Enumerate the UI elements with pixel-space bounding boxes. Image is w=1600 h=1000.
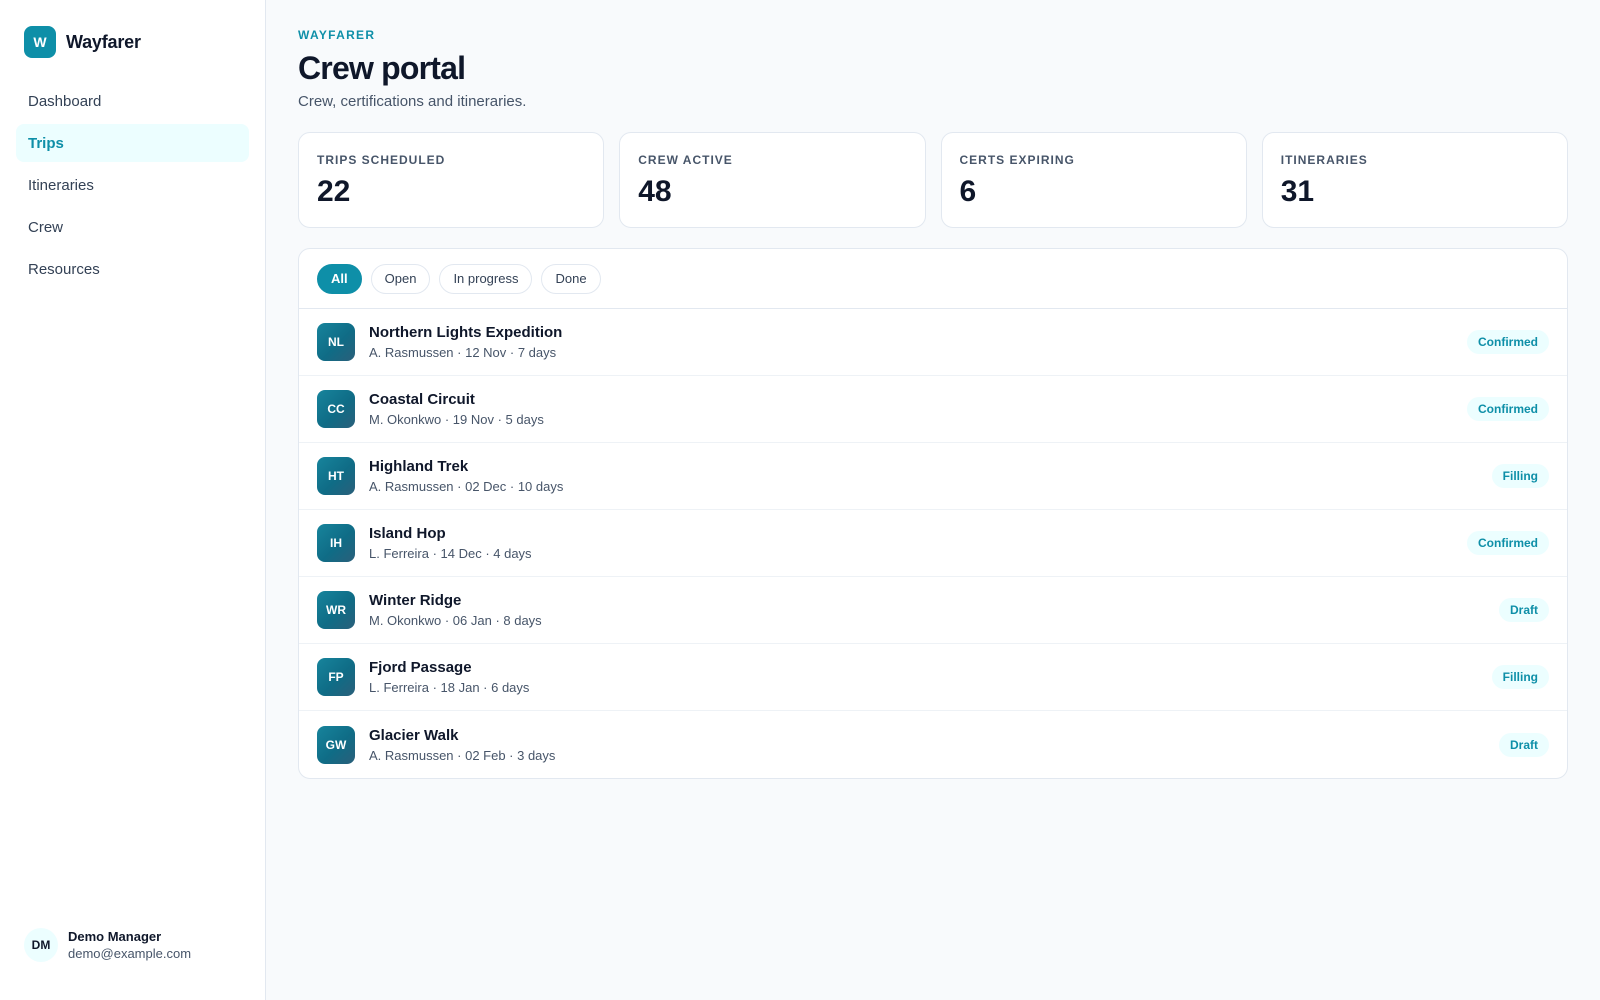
trip-avatar: FP <box>317 658 355 696</box>
status-badge: Draft <box>1498 598 1549 622</box>
brand-name: Wayfarer <box>66 31 141 52</box>
page-title: Crew portal <box>298 50 466 86</box>
trip-info: Glacier Walk A. Rasmussen · 02 Feb · 3 d… <box>369 727 1499 763</box>
status-badge: Filling <box>1491 464 1549 488</box>
list-item[interactable]: CC Coastal Circuit M. Okonkwo · 19 Nov ·… <box>299 376 1567 443</box>
trip-title: Glacier Walk <box>369 726 459 744</box>
trip-info: Coastal Circuit M. Okonkwo · 19 Nov · 5 … <box>369 391 1467 427</box>
trip-avatar: CC <box>317 390 355 428</box>
sidebar-item-itineraries[interactable]: Itineraries <box>16 166 249 204</box>
trip-avatar: NL <box>317 323 355 361</box>
trip-info: Winter Ridge M. Okonkwo · 06 Jan · 8 day… <box>369 592 1499 628</box>
trip-meta: M. Okonkwo · 06 Jan · 8 days <box>369 613 542 628</box>
stats-row: TRIPS SCHEDULED 22 CREW ACTIVE 48 CERTS … <box>298 132 1568 228</box>
stat-card-certs-expiring: CERTS EXPIRING 6 <box>940 132 1247 228</box>
trip-info: Fjord Passage L. Ferreira · 18 Jan · 6 d… <box>369 659 1492 695</box>
status-badge: Draft <box>1498 732 1549 757</box>
stat-value: 48 <box>638 175 672 208</box>
user-profile[interactable]: DM Demo Manager demo@example.com <box>24 928 191 962</box>
trip-meta: L. Ferreira · 14 Dec · 4 days <box>369 546 532 561</box>
trip-meta: M. Okonkwo · 19 Nov · 5 days <box>369 412 544 427</box>
filter-chip-done[interactable]: Done <box>541 263 601 294</box>
list-item[interactable]: NL Northern Lights Expedition A. Rasmuss… <box>299 309 1567 376</box>
trip-list: NL Northern Lights Expedition A. Rasmuss… <box>299 309 1567 778</box>
stat-value: 31 <box>1280 175 1315 208</box>
sidebar-nav: Dashboard Trips Itineraries Crew Resourc… <box>16 82 249 292</box>
list-item[interactable]: IH Island Hop L. Ferreira · 14 Dec · 4 d… <box>299 510 1567 577</box>
trip-title: Northern Lights Expedition <box>369 324 563 341</box>
list-item[interactable]: FP Fjord Passage L. Ferreira · 18 Jan · … <box>299 644 1567 711</box>
trip-info: Island Hop L. Ferreira · 14 Dec · 4 days <box>369 525 1467 561</box>
user-name: Demo Manager <box>68 929 162 944</box>
status-badge: Confirmed <box>1467 330 1549 354</box>
filter-chip-in-progress[interactable]: In progress <box>439 263 533 294</box>
stat-card-crew-active: CREW ACTIVE 48 <box>619 132 926 228</box>
stat-value: 6 <box>959 175 977 208</box>
trip-meta: L. Ferreira · 18 Jan · 6 days <box>369 680 530 695</box>
list-item[interactable]: GW Glacier Walk A. Rasmussen · 02 Feb · … <box>299 711 1567 778</box>
trip-info: Highland Trek A. Rasmussen · 02 Dec · 10… <box>369 458 1492 494</box>
trip-title: Fjord Passage <box>369 659 472 676</box>
filter-bar: All Open In progress Done <box>299 249 1567 309</box>
avatar: DM <box>24 928 58 962</box>
trip-title: Winter Ridge <box>369 592 462 609</box>
sidebar-item-dashboard[interactable]: Dashboard <box>16 82 249 120</box>
stat-card-trips-scheduled: TRIPS SCHEDULED 22 <box>298 132 605 228</box>
sidebar-item-resources[interactable]: Resources <box>16 250 249 288</box>
page-subtitle: Crew, certifications and itineraries. <box>298 93 527 110</box>
brand[interactable]: W Wayfarer <box>24 26 141 58</box>
stat-label: TRIPS SCHEDULED <box>317 153 446 167</box>
brand-logo-icon: W <box>24 26 56 58</box>
trip-title: Coastal Circuit <box>369 391 475 408</box>
stat-value: 22 <box>317 175 351 208</box>
trip-avatar: GW <box>317 725 355 764</box>
status-badge: Confirmed <box>1467 531 1549 555</box>
sidebar-item-trips[interactable]: Trips <box>16 124 249 162</box>
trip-avatar: IH <box>317 524 355 562</box>
stat-label: CERTS EXPIRING <box>959 153 1075 167</box>
stat-label: ITINERARIES <box>1280 153 1368 167</box>
status-badge: Confirmed <box>1467 397 1549 421</box>
list-item[interactable]: HT Highland Trek A. Rasmussen · 02 Dec ·… <box>299 443 1567 510</box>
filter-chip-all[interactable]: All <box>317 263 362 294</box>
user-info: Demo Manager demo@example.com <box>68 929 191 961</box>
user-email: demo@example.com <box>68 946 192 961</box>
stat-label: CREW ACTIVE <box>638 153 733 167</box>
list-item[interactable]: WR Winter Ridge M. Okonkwo · 06 Jan · 8 … <box>299 577 1567 644</box>
sidebar-item-crew[interactable]: Crew <box>16 208 249 246</box>
trip-title: Island Hop <box>369 525 446 542</box>
stat-card-itineraries: ITINERARIES 31 <box>1261 132 1568 228</box>
trip-meta: A. Rasmussen · 12 Nov · 7 days <box>369 345 557 360</box>
trip-meta: A. Rasmussen · 02 Dec · 10 days <box>369 479 564 494</box>
trip-title: Highland Trek <box>369 458 469 475</box>
status-badge: Filling <box>1491 665 1549 689</box>
filter-chip-open[interactable]: Open <box>370 263 431 294</box>
page-eyebrow: WAYFARER <box>298 28 376 42</box>
trip-info: Northern Lights Expedition A. Rasmussen … <box>369 324 1467 360</box>
trip-avatar: WR <box>317 591 355 629</box>
trip-meta: A. Rasmussen · 02 Feb · 3 days <box>369 747 556 763</box>
sidebar: W Wayfarer Dashboard Trips Itineraries C… <box>0 0 266 1000</box>
trip-avatar: HT <box>317 457 355 495</box>
trips-panel: All Open In progress Done NL Northern Li… <box>298 248 1568 779</box>
